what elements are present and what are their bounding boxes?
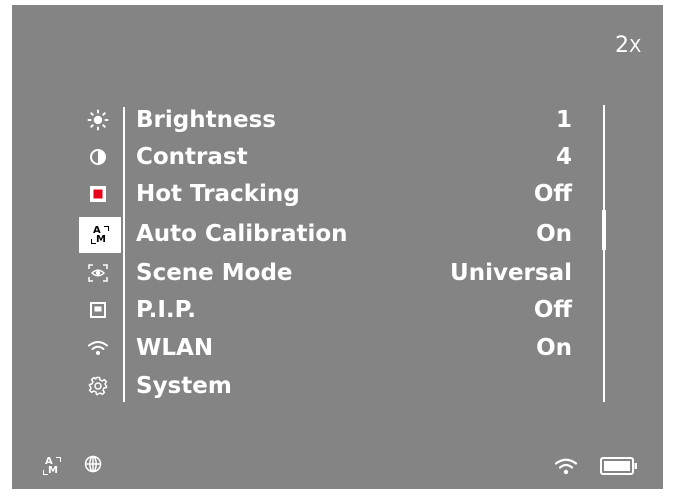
pip-icon — [81, 295, 115, 325]
auto-calibration-glyph: A M — [90, 225, 110, 245]
status-bar-right — [554, 457, 638, 479]
menu-item-auto-calibration[interactable]: A M Auto Calibration On — [79, 217, 599, 253]
battery-icon — [600, 457, 638, 479]
zoom-indicator: 2X — [615, 33, 641, 58]
menu-item-contrast[interactable]: Contrast 4 — [79, 140, 599, 176]
zoom-value: 2 — [615, 33, 629, 58]
menu-item-value: Off — [533, 181, 572, 207]
gear-icon — [81, 371, 115, 401]
menu-item-value: Off — [533, 297, 572, 323]
menu-item-value: On — [536, 221, 572, 247]
device-screen: 2X Brightness 1 Contrast 4 Hot Tracking … — [12, 5, 663, 489]
menu-item-value: 4 — [555, 144, 572, 170]
menu-item-label: Hot Tracking — [136, 181, 300, 207]
am-glyph-bottom: M — [96, 234, 106, 245]
menu-item-label: WLAN — [136, 335, 214, 361]
scroll-thumb[interactable] — [602, 210, 606, 250]
status-bar-left: A M — [42, 455, 102, 477]
menu-item-value: 1 — [555, 107, 572, 133]
am-glyph-bottom: M — [48, 465, 58, 476]
menu-item-scene-mode[interactable]: Scene Mode Universal — [79, 256, 599, 292]
wifi-icon — [81, 333, 115, 363]
wifi-icon — [554, 458, 578, 479]
menu-item-label: P.I.P. — [136, 297, 197, 323]
menu-item-label: System — [136, 373, 232, 399]
scroll-track[interactable] — [603, 105, 605, 402]
hot-tracking-icon — [81, 179, 115, 209]
menu-item-brightness[interactable]: Brightness 1 — [79, 103, 599, 139]
scene-mode-icon — [81, 258, 115, 288]
menu-item-pip[interactable]: P.I.P. Off — [79, 293, 599, 329]
globe-icon — [84, 455, 102, 477]
auto-calibration-icon: A M — [79, 217, 121, 253]
menu-item-label: Brightness — [136, 107, 276, 133]
menu-item-label: Contrast — [136, 144, 248, 170]
menu-item-label: Auto Calibration — [136, 221, 348, 247]
menu-item-hot-tracking[interactable]: Hot Tracking Off — [79, 177, 599, 213]
brightness-icon — [81, 105, 115, 135]
contrast-icon — [81, 142, 115, 172]
menu-item-value: Universal — [450, 260, 572, 286]
auto-calibration-icon: A M — [42, 456, 62, 476]
menu-item-label: Scene Mode — [136, 260, 293, 286]
menu-item-system[interactable]: System — [79, 369, 599, 405]
menu-item-value: On — [536, 335, 572, 361]
zoom-suffix: X — [629, 36, 642, 57]
menu-item-wlan[interactable]: WLAN On — [79, 331, 599, 367]
